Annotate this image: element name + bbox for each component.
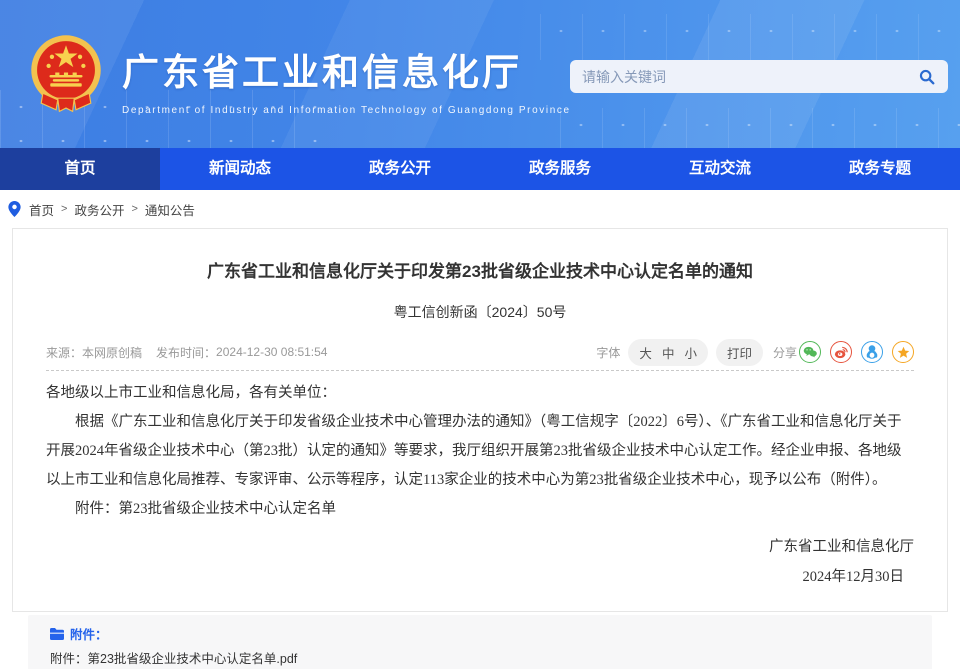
site-header: 广东省工业和信息化厅 Department of Industry and In… xyxy=(0,0,960,148)
meta-divider xyxy=(46,370,914,371)
folder-icon xyxy=(50,628,64,640)
source-value: 本网原创稿 xyxy=(82,344,142,361)
wechat-share-icon[interactable] xyxy=(799,341,821,363)
breadcrumb-separator: > xyxy=(61,203,67,215)
share-label: 分享 xyxy=(773,344,797,361)
font-size-label: 字体 xyxy=(596,344,620,361)
site-branding: 广东省工业和信息化厅 Department of Industry and In… xyxy=(122,42,571,116)
nav-item-gov-open[interactable]: 政务公开 xyxy=(320,148,480,190)
attachment-header-label: 附件： xyxy=(70,624,108,643)
attachment-reference: 附件：第23批省级企业技术中心认定名单 xyxy=(46,495,914,524)
star-share-icon[interactable] xyxy=(892,341,914,363)
breadcrumb-home[interactable]: 首页 xyxy=(29,200,54,219)
search-icon[interactable] xyxy=(918,68,936,86)
site-search xyxy=(570,60,948,93)
article-toolbar: 字体 大 中 小 打印 分享 xyxy=(596,339,914,366)
share-icons xyxy=(799,341,914,363)
publish-time-label: 发布时间： xyxy=(156,344,216,361)
font-size-switch: 大 中 小 xyxy=(628,339,708,366)
nav-item-interaction[interactable]: 互动交流 xyxy=(640,148,800,190)
nav-item-news[interactable]: 新闻动态 xyxy=(160,148,320,190)
qq-share-icon[interactable] xyxy=(861,341,883,363)
issue-date: 2024年12月30日 xyxy=(46,562,914,592)
breadcrumb: 首页 > 政务公开 > 通知公告 xyxy=(0,190,960,228)
source-label: 来源： xyxy=(46,344,82,361)
location-pin-icon xyxy=(8,201,21,217)
national-emblem-logo xyxy=(24,32,108,118)
issuing-authority: 广东省工业和信息化厅 xyxy=(46,532,914,562)
font-size-medium[interactable]: 中 xyxy=(662,343,675,362)
breadcrumb-gov-open[interactable]: 政务公开 xyxy=(74,200,124,219)
weibo-share-icon[interactable] xyxy=(830,341,852,363)
print-button[interactable]: 打印 xyxy=(716,339,763,366)
document-number: 粤工信创新函〔2024〕50号 xyxy=(46,302,914,322)
search-input[interactable] xyxy=(582,69,918,85)
attachment-file-link[interactable]: 附件：第23批省级企业技术中心认定名单.pdf xyxy=(50,648,910,667)
font-size-small[interactable]: 小 xyxy=(684,343,697,362)
nav-item-special[interactable]: 政务专题 xyxy=(800,148,960,190)
attachment-header: 附件： xyxy=(50,624,910,643)
signature-block: 广东省工业和信息化厅 2024年12月30日 xyxy=(46,532,914,592)
breadcrumb-separator: > xyxy=(131,203,137,215)
nav-item-home[interactable]: 首页 xyxy=(0,148,160,190)
font-size-large[interactable]: 大 xyxy=(639,343,652,362)
article-title: 广东省工业和信息化厅关于印发第23批省级企业技术中心认定名单的通知 xyxy=(46,257,914,282)
publish-time-value: 2024-12-30 08:51:54 xyxy=(216,345,327,359)
site-title: 广东省工业和信息化厅 xyxy=(122,42,571,96)
article-body: 各地级以上市工业和信息化局，各有关单位： 根据《广东工业和信息化厅关于印发省级企… xyxy=(46,379,914,524)
salutation: 各地级以上市工业和信息化局，各有关单位： xyxy=(46,379,914,408)
article-card: 广东省工业和信息化厅关于印发第23批省级企业技术中心认定名单的通知 粤工信创新函… xyxy=(12,228,948,612)
breadcrumb-notices[interactable]: 通知公告 xyxy=(145,200,195,219)
attachment-box: 附件： 附件：第23批省级企业技术中心认定名单.pdf xyxy=(28,615,932,669)
body-paragraph: 根据《广东工业和信息化厅关于印发省级企业技术中心管理办法的通知》（粤工信规字〔2… xyxy=(46,408,914,495)
main-nav: 首页 新闻动态 政务公开 政务服务 互动交流 政务专题 xyxy=(0,148,960,190)
article-meta: 来源： 本网原创稿 发布时间： 2024-12-30 08:51:54 字体 大… xyxy=(46,340,914,364)
site-subtitle-en: Department of Industry and Information T… xyxy=(122,105,571,116)
nav-item-gov-service[interactable]: 政务服务 xyxy=(480,148,640,190)
